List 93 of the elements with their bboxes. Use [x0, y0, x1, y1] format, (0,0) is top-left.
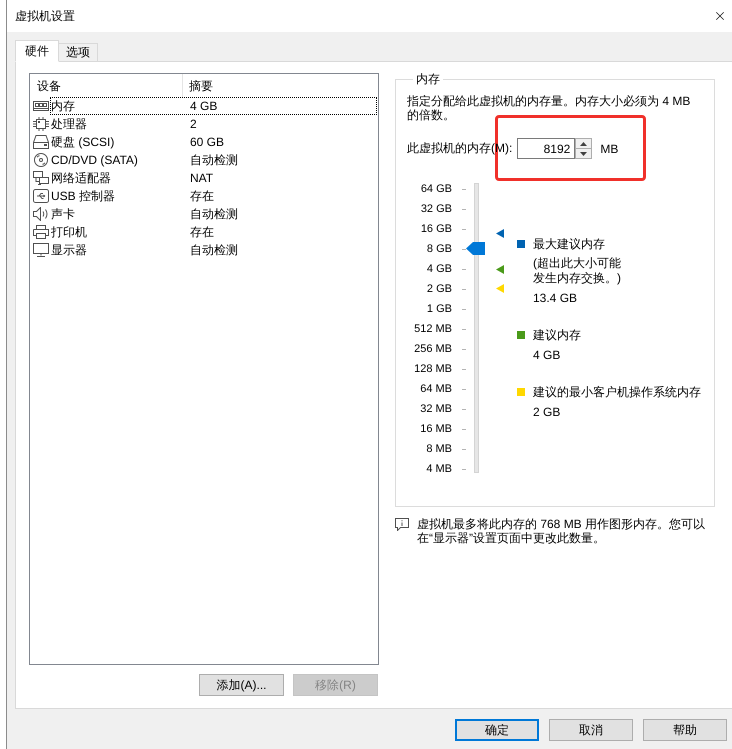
legend-label: 建议内存	[533, 327, 581, 343]
ok-button[interactable]: 确定	[455, 719, 539, 741]
legend-value: 4 GB	[533, 347, 562, 363]
tick-mark	[462, 228, 466, 230]
memory-description: 指定分配给此虚拟机的内存量。内存大小必须为 4 MB 的倍数。	[407, 94, 692, 122]
tick-mark	[462, 408, 466, 410]
memory-module-icon	[33, 99, 49, 113]
tick-mark	[462, 188, 466, 190]
device-row[interactable]: 打印机 存在	[30, 223, 378, 241]
device-name: 声卡	[51, 206, 76, 222]
tab[interactable]: 选项	[58, 43, 98, 62]
tick-mark	[462, 448, 466, 450]
scale-label: 16 GB	[420, 223, 452, 235]
legend-note: (超出此大小可能发生内存交换。)	[533, 256, 622, 286]
device-summary: NAT	[189, 171, 214, 185]
memory-size-field[interactable]: 8192	[517, 138, 576, 159]
network-icon	[33, 171, 49, 185]
slider-thumb[interactable]	[466, 242, 485, 256]
device-summary: 存在	[189, 224, 214, 240]
unit-label: MB	[600, 142, 618, 156]
tab[interactable]: 硬件	[15, 40, 59, 62]
chip-icon	[33, 117, 49, 131]
device-name: 硬盘 (SCSI)	[51, 134, 116, 150]
scale-label: 8 GB	[426, 243, 452, 255]
printer-icon	[33, 225, 49, 239]
speaker-icon	[33, 207, 49, 221]
legend-value: 13.4 GB	[533, 290, 578, 306]
scale-label: 32 GB	[420, 203, 452, 215]
device-summary: 自动检测	[189, 152, 238, 168]
device-name: 内存	[51, 98, 76, 114]
device-row[interactable]: 处理器 2	[30, 115, 378, 133]
device-summary: 4 GB	[189, 99, 218, 113]
device-summary: 60 GB	[189, 135, 224, 149]
scale-label: 2 GB	[426, 283, 452, 295]
device-row[interactable]: USB 控制器 存在	[30, 187, 378, 205]
caret-down-icon	[580, 152, 588, 156]
help-button[interactable]: 帮助	[643, 719, 727, 741]
tick-mark	[462, 368, 466, 370]
tick-mark	[462, 208, 466, 210]
column-header[interactable]: 设备	[37, 78, 61, 95]
scale-label: 1 GB	[426, 303, 452, 315]
device-name: USB 控制器	[51, 188, 116, 204]
device-summary: 自动检测	[189, 206, 238, 222]
add-button[interactable]: 添加(A)...	[199, 674, 284, 696]
device-name: 网络适配器	[51, 170, 112, 186]
device-name: 显示器	[51, 242, 88, 258]
device-row[interactable]: 声卡 自动检测	[30, 205, 378, 223]
scale-label: 4 MB	[425, 463, 452, 475]
device-summary: 自动检测	[189, 242, 238, 258]
device-row[interactable]: 硬盘 (SCSI) 60 GB	[30, 133, 378, 151]
device-row[interactable]: CD/DVD (SATA) 自动检测	[30, 151, 378, 169]
scale-label: 16 MB	[419, 423, 452, 435]
info-icon	[395, 518, 409, 531]
spin-up-button[interactable]	[575, 138, 592, 149]
tick-mark	[462, 388, 466, 390]
scale-label: 8 MB	[425, 443, 452, 455]
tick-mark	[462, 348, 466, 350]
tick-mark	[462, 428, 466, 430]
disc-icon	[33, 153, 49, 167]
device-summary: 存在	[189, 188, 214, 204]
slider-track[interactable]	[466, 183, 504, 473]
scale-label: 4 GB	[426, 263, 452, 275]
hard-drive-icon	[33, 135, 49, 149]
cancel-button[interactable]: 取消	[549, 719, 633, 741]
device-row[interactable]: 显示器 自动检测	[30, 241, 378, 259]
monitor-icon	[33, 243, 49, 257]
scale-label: 64 GB	[420, 183, 452, 195]
caret-up-icon	[580, 142, 588, 146]
tick-mark	[462, 248, 466, 250]
device-row[interactable]: 网络适配器 NAT	[30, 169, 378, 187]
tick-mark	[462, 288, 466, 290]
column-header[interactable]: 摘要	[189, 78, 213, 95]
scale-label: 256 MB	[413, 343, 452, 355]
scale-label: 512 MB	[413, 323, 452, 335]
device-summary: 2	[189, 117, 197, 131]
device-name: CD/DVD (SATA)	[51, 153, 139, 167]
tick-mark	[462, 308, 466, 310]
scale-label: 64 MB	[419, 383, 452, 395]
legend-value: 2 GB	[533, 404, 562, 420]
window-title: 虚拟机设置	[15, 8, 75, 24]
legend-label: 最大建议内存	[533, 236, 606, 252]
tick-mark	[462, 328, 466, 330]
spin-down-button[interactable]	[575, 149, 592, 159]
group-title: 内存	[415, 73, 441, 86]
device-name: 处理器	[51, 116, 88, 132]
scale-label: 128 MB	[413, 363, 452, 375]
scale-label: 32 MB	[419, 403, 452, 415]
tick-mark	[462, 268, 466, 270]
legend-label: 建议的最小客户机操作系统内存	[533, 384, 701, 400]
info-text: 虚拟机最多将此内存的 768 MB 用作图形内存。您可以在“显示器”设置页面中更改此数量。	[417, 517, 706, 545]
tick-mark	[462, 468, 466, 470]
usb-icon	[33, 189, 49, 203]
device-name: 打印机	[51, 224, 88, 240]
